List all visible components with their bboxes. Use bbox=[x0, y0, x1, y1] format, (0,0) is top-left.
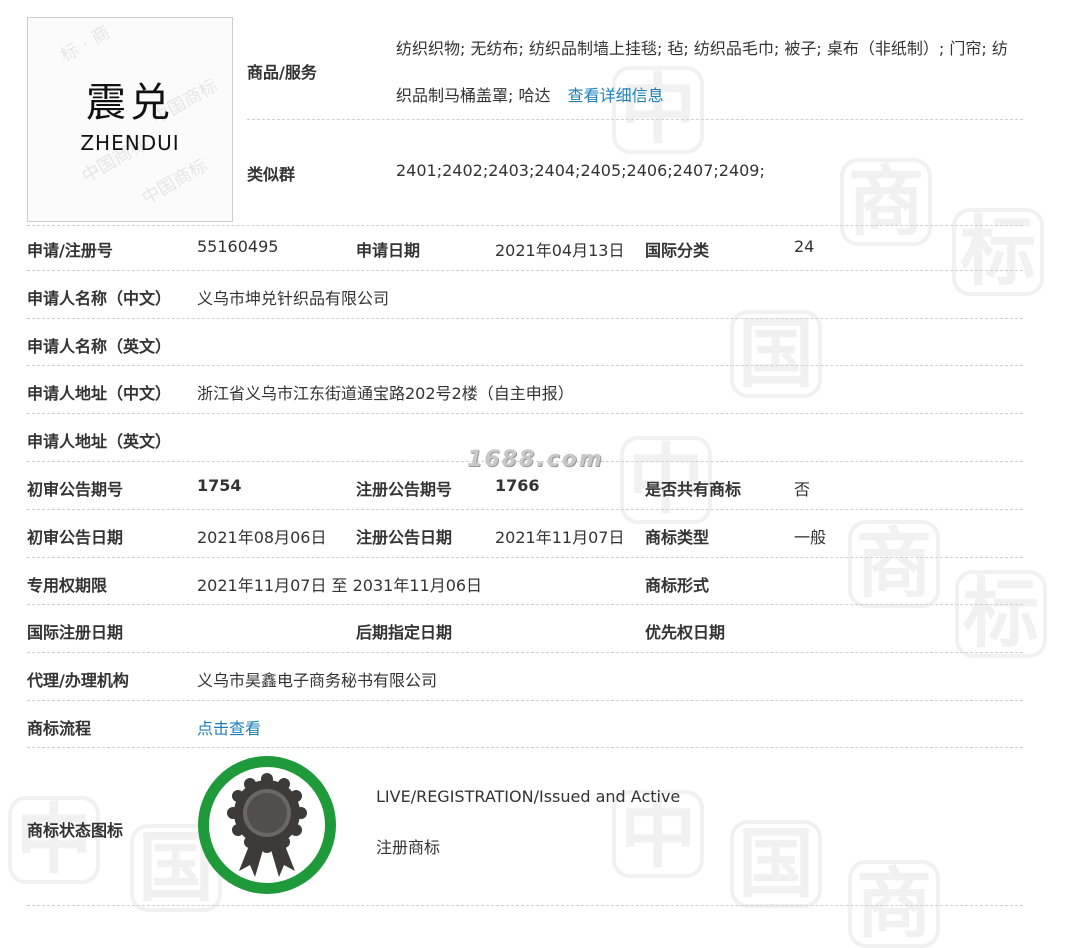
exclusive-label: 专用权期限 bbox=[27, 576, 108, 595]
address-cn-label: 申请人地址（中文） bbox=[27, 384, 172, 403]
address-cn-value: 浙江省义乌市江东街道通宝路202号2楼（自主申报） bbox=[197, 384, 574, 403]
agent-label: 代理/办理机构 bbox=[27, 671, 129, 690]
later-date-label: 后期指定日期 bbox=[356, 623, 453, 642]
divider bbox=[27, 318, 1023, 319]
divider bbox=[247, 119, 1023, 120]
status-text-en: LIVE/REGISTRATION/Issued and Active bbox=[376, 787, 681, 806]
award-ribbon-icon bbox=[227, 773, 307, 877]
divider bbox=[27, 747, 1023, 748]
prelim-date-value: 2021年08月06日 bbox=[197, 528, 327, 547]
divider bbox=[27, 509, 1023, 510]
reg-no-label: 申请/注册号 bbox=[27, 241, 113, 260]
applicant-cn-label: 申请人名称（中文） bbox=[27, 289, 172, 308]
divider bbox=[27, 700, 1023, 701]
goods-line-1: 纺织织物; 无纺布; 纺织品制墙上挂毯; 毡; 纺织品毛巾; 被子; 桌布（非纸… bbox=[396, 39, 1008, 58]
prelim-no-value: 1754 bbox=[197, 476, 242, 495]
process-label: 商标流程 bbox=[27, 719, 92, 738]
intl-class-label: 国际分类 bbox=[645, 241, 710, 260]
status-icon-label: 商标状态图标 bbox=[27, 821, 124, 840]
divider bbox=[27, 413, 1023, 414]
trademark-detail: 标 · 商 中国商标 中国商标 中国商标 震兑 ZHENDUI 商品/服务 纺织… bbox=[0, 0, 1066, 916]
reg-pub-no-label: 注册公告期号 bbox=[356, 480, 453, 499]
applicant-cn-value: 义乌市坤兑针织品有限公司 bbox=[197, 289, 390, 308]
reg-pub-date-value: 2021年11月07日 bbox=[495, 528, 625, 547]
divider bbox=[27, 557, 1023, 558]
similar-group-value: 2401;2402;2403;2404;2405;2406;2407;2409; bbox=[396, 161, 765, 180]
status-text-cn: 注册商标 bbox=[376, 838, 441, 857]
goods-line-2-text: 织品制马桶盖罩; 哈达 bbox=[396, 86, 551, 105]
shared-label: 是否共有商标 bbox=[645, 480, 742, 499]
site-watermark: 1688.com bbox=[467, 447, 604, 472]
divider bbox=[27, 225, 1023, 226]
tm-type-label: 商标类型 bbox=[645, 528, 710, 547]
prelim-date-label: 初审公告日期 bbox=[27, 528, 124, 547]
prelim-no-label: 初审公告期号 bbox=[27, 480, 124, 499]
divider bbox=[27, 365, 1023, 366]
reg-no-value: 55160495 bbox=[197, 237, 279, 256]
shared-value: 否 bbox=[794, 480, 811, 499]
logo-watermark: 中国商标 bbox=[138, 155, 212, 210]
app-date-value: 2021年04月13日 bbox=[495, 241, 625, 260]
reg-pub-date-label: 注册公告日期 bbox=[356, 528, 453, 547]
goods-detail-link[interactable]: 查看详细信息 bbox=[568, 86, 664, 105]
goods-label: 商品/服务 bbox=[247, 63, 317, 82]
divider bbox=[27, 652, 1023, 653]
address-en-label: 申请人地址（英文） bbox=[27, 432, 172, 451]
similar-group-label: 类似群 bbox=[247, 165, 296, 184]
divider bbox=[27, 905, 1023, 906]
divider bbox=[27, 270, 1023, 271]
divider bbox=[27, 604, 1023, 605]
tm-form-label: 商标形式 bbox=[645, 576, 710, 595]
reg-pub-no-value: 1766 bbox=[495, 476, 540, 495]
goods-line-2: 织品制马桶盖罩; 哈达 查看详细信息 bbox=[396, 82, 664, 106]
tm-type-value: 一般 bbox=[794, 528, 827, 547]
agent-value: 义乌市昊鑫电子商务秘书有限公司 bbox=[197, 671, 438, 690]
logo-watermark: 标 · 商 bbox=[57, 21, 114, 67]
intl-class-value: 24 bbox=[794, 237, 815, 256]
logo-name-en: ZHENDUI bbox=[80, 131, 180, 155]
applicant-en-label: 申请人名称（英文） bbox=[27, 337, 172, 356]
registered-seal-icon bbox=[198, 756, 336, 894]
process-link[interactable]: 点击查看 bbox=[197, 715, 261, 739]
app-date-label: 申请日期 bbox=[356, 241, 421, 260]
logo-name-cn: 震兑 bbox=[86, 80, 174, 126]
priority-date-label: 优先权日期 bbox=[645, 623, 726, 642]
exclusive-value: 2021年11月07日 至 2031年11月06日 bbox=[197, 576, 483, 595]
trademark-logo-image: 标 · 商 中国商标 中国商标 中国商标 震兑 ZHENDUI bbox=[27, 17, 233, 222]
intl-reg-date-label: 国际注册日期 bbox=[27, 623, 124, 642]
